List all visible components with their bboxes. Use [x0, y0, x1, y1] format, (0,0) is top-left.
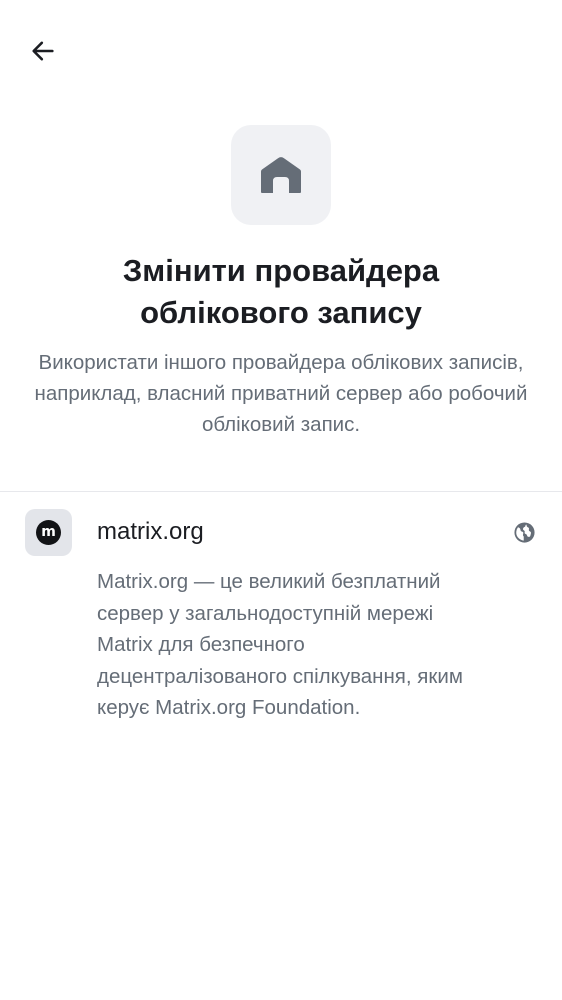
provider-logo-tile: m	[25, 509, 72, 556]
matrix-logo-icon: m	[36, 520, 61, 545]
globe-icon	[514, 522, 535, 543]
page-subtitle: Використати іншого провайдера облікових …	[34, 351, 528, 436]
hero-icon-tile	[231, 125, 331, 225]
arrow-left-icon	[32, 41, 54, 61]
back-button[interactable]	[22, 30, 64, 72]
home-icon	[261, 157, 301, 193]
provider-option-matrix-org[interactable]: m matrix.org Matrix.org — це великий без…	[0, 492, 562, 732]
page-title: Змінити провайдера облікового запису	[122, 253, 440, 330]
provider-name: matrix.org	[97, 518, 204, 545]
provider-description: Matrix.org — це великий безплатний серве…	[97, 570, 463, 719]
